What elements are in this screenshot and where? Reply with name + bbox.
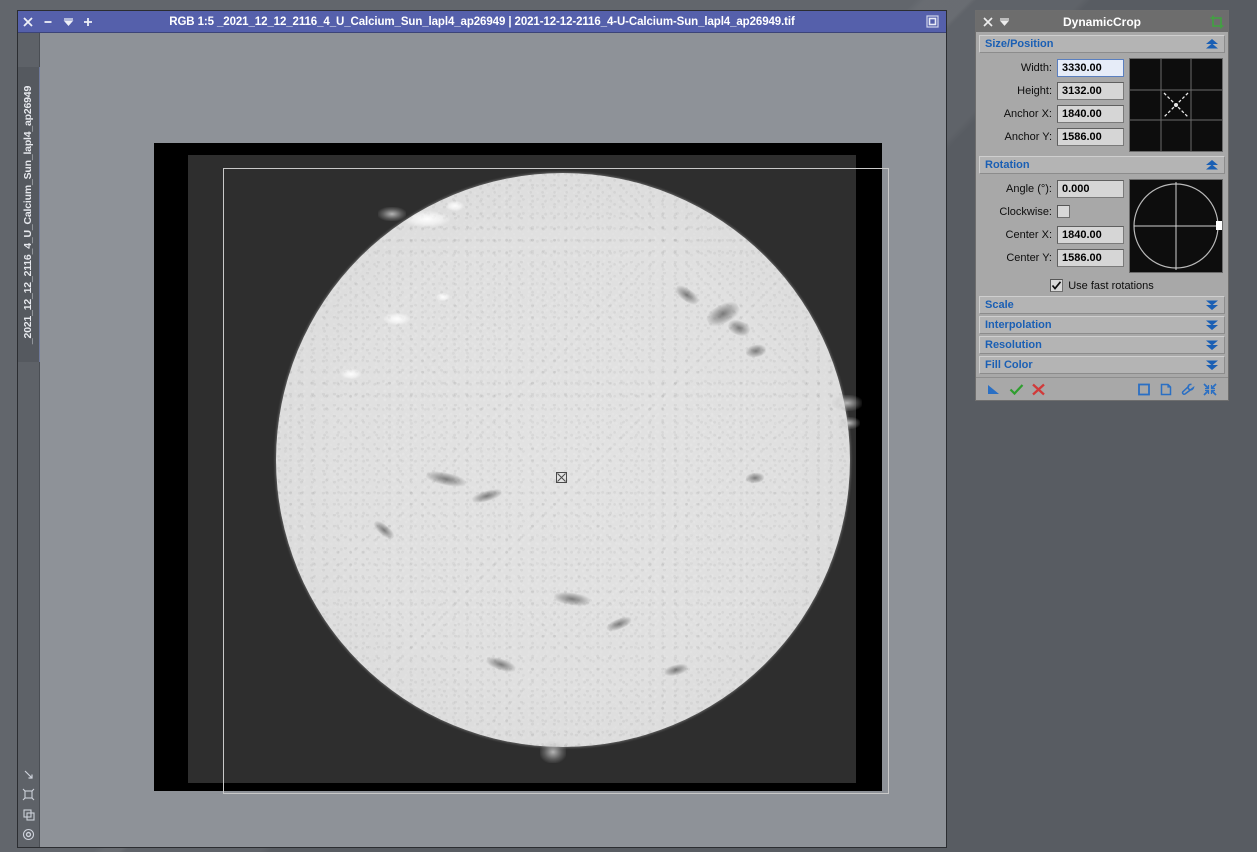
image-tab-label: _2021_12_12_2116_4_U_Calcium_Sun_lapl4_a… <box>22 85 35 344</box>
image-plate <box>188 155 889 794</box>
clockwise-row: Clockwise: <box>979 202 1124 221</box>
dc-shade-button[interactable] <box>996 13 1013 30</box>
preferences-button[interactable] <box>1177 380 1199 398</box>
section-header-scale[interactable]: Scale <box>979 296 1225 314</box>
image-window-titlebar[interactable]: RGB 1:5 _2021_12_12_2116_4_U_Calcium_Sun… <box>18 11 946 33</box>
angle-row: Angle (°): 0.000 <box>979 179 1124 198</box>
anchor-y-row: Anchor Y: 1586.00 <box>979 127 1124 146</box>
expand-icon[interactable] <box>20 786 37 803</box>
rotation-dial-widget[interactable] <box>1129 179 1223 273</box>
anchor-y-label: Anchor Y: <box>1004 130 1053 143</box>
duplicate-icon[interactable] <box>20 806 37 823</box>
solar-image[interactable] <box>154 143 889 794</box>
collapse-all-button[interactable] <box>1199 380 1221 398</box>
new-instance-button[interactable] <box>1155 380 1177 398</box>
dynamiccrop-panel[interactable]: DynamicCrop Size/Position Width: 3330.00 <box>975 10 1229 401</box>
size-position-fields: Width: 3330.00 Height: 3132.00 Anchor X:… <box>979 58 1129 152</box>
expand-arrow-icon[interactable] <box>1205 319 1219 331</box>
height-label: Height: <box>1017 84 1052 97</box>
collapse-arrow-icon[interactable] <box>1205 159 1219 171</box>
image-canvas[interactable] <box>40 33 946 847</box>
section-label: Size/Position <box>985 38 1054 50</box>
center-x-label: Center X: <box>1005 228 1052 241</box>
apply-to-view-button[interactable] <box>983 380 1005 398</box>
section-label: Rotation <box>985 159 1030 171</box>
image-tab-strip: _2021_12_12_2116_4_U_Calcium_Sun_lapl4_a… <box>18 33 41 847</box>
restore-icon[interactable] <box>922 12 942 31</box>
expand-arrow-icon[interactable] <box>1205 359 1219 371</box>
section-header-interpolation[interactable]: Interpolation <box>979 316 1225 334</box>
height-row: Height: 3132.00 <box>979 81 1124 100</box>
dynamiccrop-toolbar <box>976 377 1228 400</box>
section-header-resolution[interactable]: Resolution <box>979 336 1225 354</box>
angle-input[interactable]: 0.000 <box>1057 179 1124 198</box>
anchor-x-label: Anchor X: <box>1003 107 1052 120</box>
section-label: Scale <box>985 299 1014 311</box>
rotation-body: Angle (°): 0.000 Clockwise: Center X: 18… <box>979 176 1225 277</box>
target-icon[interactable] <box>20 826 37 843</box>
maximize-button[interactable] <box>78 12 98 31</box>
anchor-x-row: Anchor X: 1840.00 <box>979 104 1124 123</box>
section-label: Resolution <box>985 339 1042 351</box>
section-header-size-position[interactable]: Size/Position <box>979 35 1225 53</box>
height-input[interactable]: 3132.00 <box>1057 81 1124 100</box>
close-button[interactable] <box>18 12 38 31</box>
section-label: Interpolation <box>985 319 1052 331</box>
anchor-x-input[interactable]: 1840.00 <box>1057 104 1124 123</box>
center-x-row: Center X: 1840.00 <box>979 225 1124 244</box>
shade-button[interactable] <box>58 12 78 31</box>
image-window-body: _2021_12_12_2116_4_U_Calcium_Sun_lapl4_a… <box>18 33 946 847</box>
anchor-grid-widget[interactable] <box>1129 58 1223 152</box>
angle-label: Angle (°): <box>1006 182 1052 195</box>
dynamiccrop-title: DynamicCrop <box>1062 14 1142 29</box>
center-y-label: Center Y: <box>1006 251 1052 264</box>
zoom-to-fit-icon[interactable] <box>20 766 37 783</box>
width-input[interactable]: 3330.00 <box>1057 58 1124 77</box>
expand-arrow-icon[interactable] <box>1205 339 1219 351</box>
size-position-body: Width: 3330.00 Height: 3132.00 Anchor X:… <box>979 55 1225 156</box>
clockwise-label: Clockwise: <box>999 205 1052 218</box>
use-fast-rotations-row: Use fast rotations <box>979 277 1225 296</box>
center-y-input[interactable]: 1586.00 <box>1057 248 1124 267</box>
apply-global-button[interactable] <box>1005 380 1027 398</box>
image-view-window[interactable]: RGB 1:5 _2021_12_12_2116_4_U_Calcium_Sun… <box>17 10 947 848</box>
center-y-row: Center Y: 1586.00 <box>979 248 1124 267</box>
crop-center-marker[interactable] <box>556 470 567 483</box>
width-label: Width: <box>1020 61 1052 74</box>
image-tab[interactable]: _2021_12_12_2116_4_U_Calcium_Sun_lapl4_a… <box>18 67 41 362</box>
dynamiccrop-process-icon[interactable] <box>1208 13 1225 30</box>
dynamiccrop-body: Size/Position Width: 3330.00 Height: 313… <box>976 32 1228 374</box>
width-row: Width: 3330.00 <box>979 58 1124 77</box>
section-header-fill-color[interactable]: Fill Color <box>979 356 1225 374</box>
collapse-arrow-icon[interactable] <box>1205 38 1219 50</box>
section-header-rotation[interactable]: Rotation <box>979 156 1225 174</box>
center-x-input[interactable]: 1840.00 <box>1057 225 1124 244</box>
dynamiccrop-titlebar[interactable]: DynamicCrop <box>976 11 1228 32</box>
rotation-fields: Angle (°): 0.000 Clockwise: Center X: 18… <box>979 179 1129 273</box>
image-window-title: RGB 1:5 _2021_12_12_2116_4_U_Calcium_Sun… <box>169 15 795 28</box>
minimize-button[interactable] <box>38 12 58 31</box>
expand-arrow-icon[interactable] <box>1205 299 1219 311</box>
view-tools <box>18 766 39 843</box>
clockwise-checkbox[interactable] <box>1057 205 1070 218</box>
dc-close-button[interactable] <box>979 13 996 30</box>
cancel-button[interactable] <box>1027 380 1049 398</box>
section-label: Fill Color <box>985 359 1033 371</box>
anchor-y-input[interactable]: 1586.00 <box>1057 127 1124 146</box>
browse-instances-button[interactable] <box>1133 380 1155 398</box>
use-fast-rotations-checkbox[interactable] <box>1050 279 1064 292</box>
use-fast-rotations-label: Use fast rotations <box>1068 279 1154 292</box>
